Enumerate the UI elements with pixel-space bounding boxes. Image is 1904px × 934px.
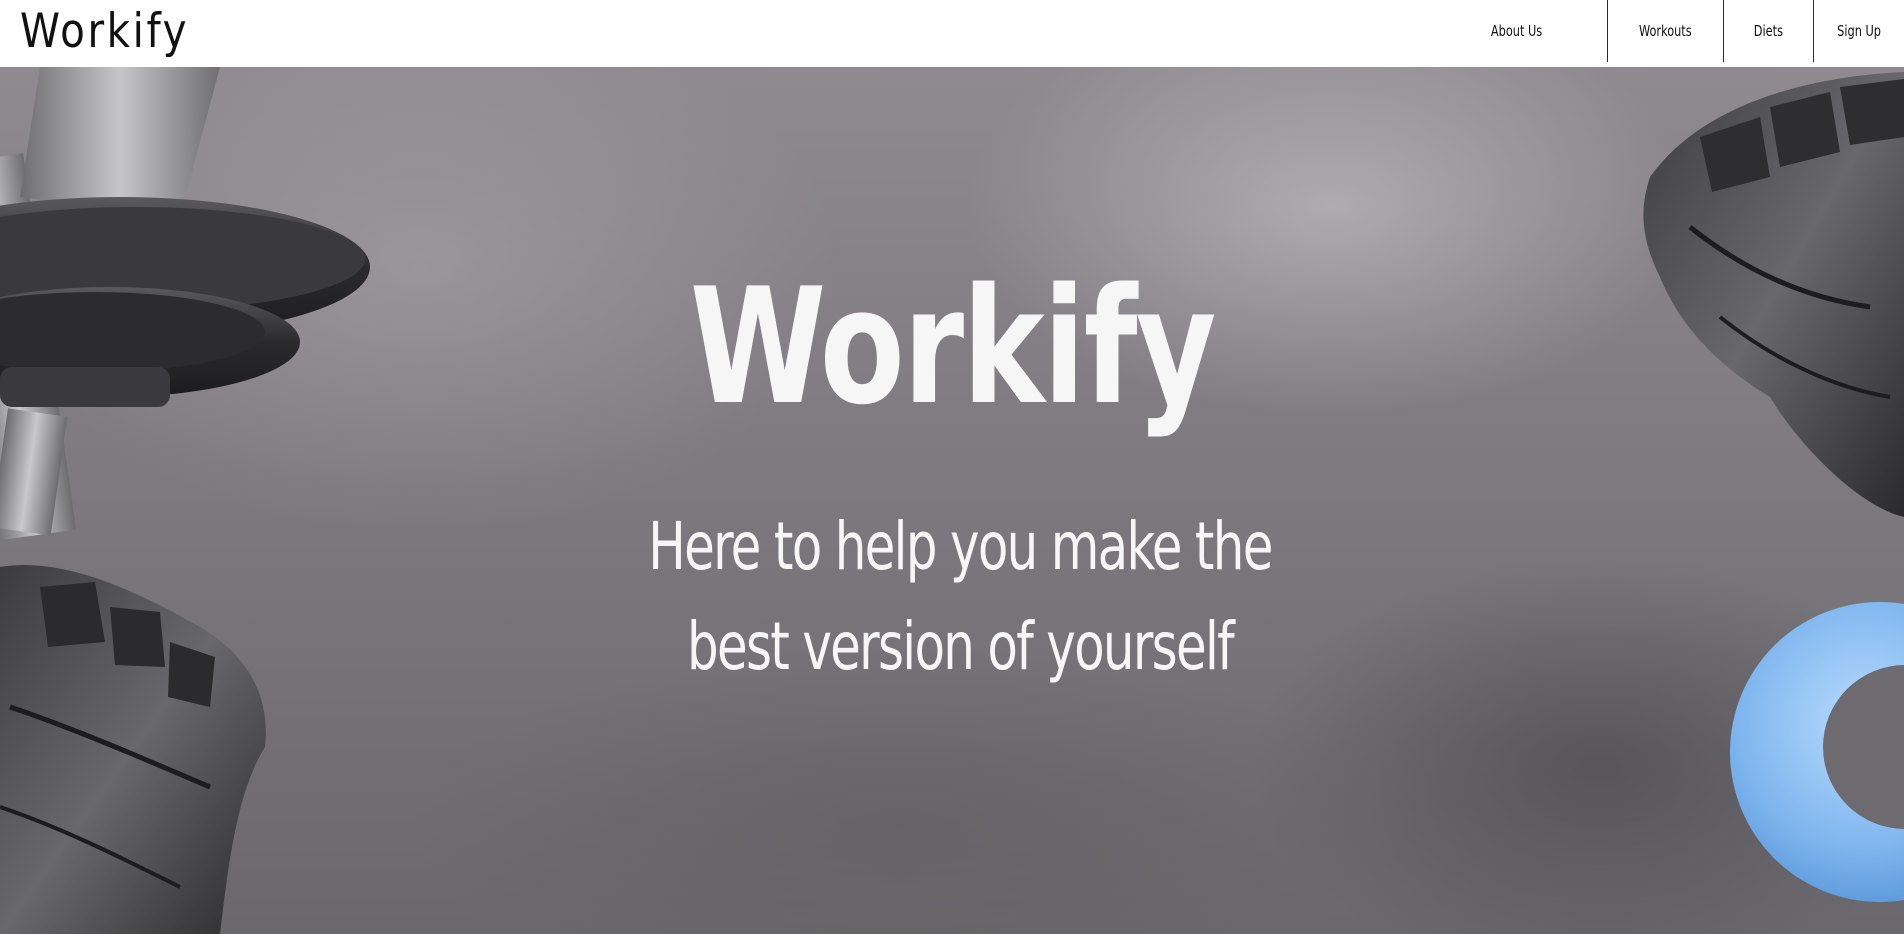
site-logo[interactable]: Workify [20, 6, 189, 58]
hero-subtitle-text: Here to help you make the best version o… [648, 508, 1273, 685]
site-header: Workify About Us Workouts Diets Sign Up [0, 0, 1904, 67]
nav-link-diets-label: Diets [1753, 22, 1784, 40]
hero-title: Workify [0, 262, 1904, 432]
hero-title-text: Workify [689, 253, 1216, 440]
glove-image [0, 565, 266, 934]
nav-link-diets[interactable]: Diets [1724, 0, 1813, 62]
hero-subtitle: Here to help you make the best version o… [550, 497, 1370, 697]
nav-link-about-us-label: About Us [1491, 22, 1543, 40]
nav-link-sign-up[interactable]: Sign Up [1814, 0, 1904, 62]
nav-link-workouts-label: Workouts [1639, 22, 1692, 40]
nav-link-workouts[interactable]: Workouts [1608, 0, 1723, 62]
main-nav: About Us Workouts Diets Sign Up [1427, 0, 1904, 62]
hand-grip-ring-image [1730, 602, 1904, 902]
hero-section: Workify Here to help you make the best v… [0, 67, 1904, 934]
nav-link-sign-up-label: Sign Up [1837, 22, 1881, 40]
nav-link-about-us[interactable]: About Us [1427, 0, 1607, 62]
